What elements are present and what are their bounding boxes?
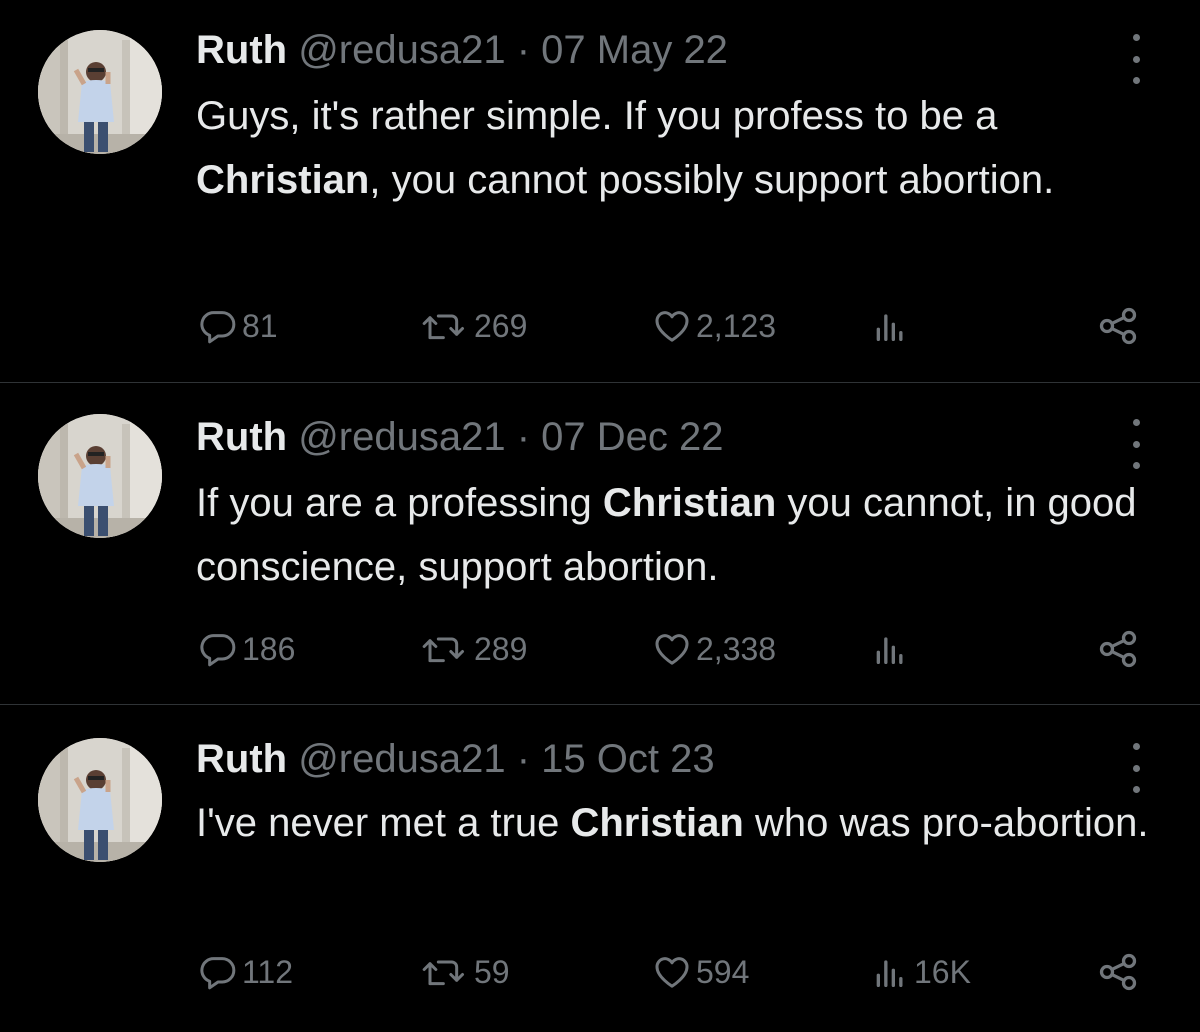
tweet[interactable]: Ruth @redusa21 · 07 Dec 22 If you are a …	[0, 383, 1200, 704]
reply-button[interactable]: 112	[198, 950, 293, 994]
share-icon	[1099, 307, 1137, 345]
retweet-count: 289	[474, 630, 528, 667]
retweet-icon	[422, 960, 464, 986]
like-count: 594	[696, 953, 750, 990]
more-icon[interactable]	[1124, 743, 1148, 793]
heart-icon	[655, 634, 689, 665]
reply-icon	[200, 634, 236, 667]
display-name[interactable]: Ruth	[196, 415, 287, 459]
reply-icon	[200, 957, 236, 990]
more-icon[interactable]	[1124, 34, 1148, 84]
views-count: 16K	[914, 953, 971, 990]
retweet-count: 269	[474, 307, 528, 344]
share-button[interactable]	[1096, 950, 1140, 994]
timeline: Ruth @redusa21 · 07 May 22 Guys, it's ra…	[0, 0, 1200, 1032]
views-icon	[876, 314, 903, 341]
display-name[interactable]: Ruth	[196, 28, 287, 72]
tweet-header: Ruth @redusa21 · 07 Dec 22	[196, 413, 724, 461]
share-icon	[1099, 953, 1137, 991]
display-name[interactable]: Ruth	[196, 737, 287, 781]
tweet-header: Ruth @redusa21 · 15 Oct 23	[196, 735, 715, 783]
handle-and-date[interactable]: @redusa21 · 07 May 22	[298, 28, 728, 72]
tweet-text: I've never met a true Christian who was …	[196, 801, 1149, 845]
like-button[interactable]: 2,123	[652, 304, 776, 348]
reply-count: 112	[242, 953, 294, 990]
retweet-button[interactable]: 289	[420, 627, 527, 671]
like-count: 2,338	[696, 630, 777, 667]
views-button[interactable]	[870, 627, 914, 671]
reply-count: 186	[242, 630, 296, 667]
tweet-actions: 81 269 2,123	[0, 304, 1200, 348]
tweet-actions: 186 289 2,338	[0, 627, 1200, 671]
retweet-count: 59	[474, 953, 510, 990]
views-button[interactable]	[870, 304, 914, 348]
views-button[interactable]: 16K	[870, 950, 971, 994]
tweet-header: Ruth @redusa21 · 07 May 22	[196, 26, 728, 74]
share-icon	[1099, 630, 1137, 668]
heart-icon	[655, 957, 689, 988]
retweet-icon	[422, 637, 464, 663]
handle-and-date[interactable]: @redusa21 · 07 Dec 22	[298, 415, 723, 459]
tweet[interactable]: Ruth @redusa21 · 15 Oct 23 I've never me…	[0, 705, 1200, 1032]
avatar[interactable]	[38, 738, 162, 862]
views-icon	[876, 960, 903, 987]
tweet-text: If you are a professing Christian you ca…	[196, 481, 1137, 589]
tweet-text: Guys, it's rather simple. If you profess…	[196, 94, 1055, 202]
share-button[interactable]	[1096, 304, 1140, 348]
heart-icon	[655, 311, 689, 342]
like-button[interactable]: 594	[652, 950, 749, 994]
avatar[interactable]	[38, 414, 162, 538]
tweet[interactable]: Ruth @redusa21 · 07 May 22 Guys, it's ra…	[0, 0, 1200, 382]
like-count: 2,123	[696, 307, 777, 344]
retweet-button[interactable]: 269	[420, 304, 527, 348]
handle-and-date[interactable]: @redusa21 · 15 Oct 23	[298, 737, 714, 781]
tweet-actions: 112 59 594 16K	[0, 950, 1200, 994]
reply-button[interactable]: 81	[198, 304, 278, 348]
views-icon	[876, 637, 903, 664]
retweet-button[interactable]: 59	[420, 950, 510, 994]
reply-count: 81	[242, 307, 278, 344]
retweet-icon	[422, 314, 464, 340]
reply-icon	[200, 311, 236, 344]
like-button[interactable]: 2,338	[652, 627, 776, 671]
avatar[interactable]	[38, 30, 162, 154]
share-button[interactable]	[1096, 627, 1140, 671]
more-icon[interactable]	[1124, 419, 1148, 469]
reply-button[interactable]: 186	[198, 627, 295, 671]
